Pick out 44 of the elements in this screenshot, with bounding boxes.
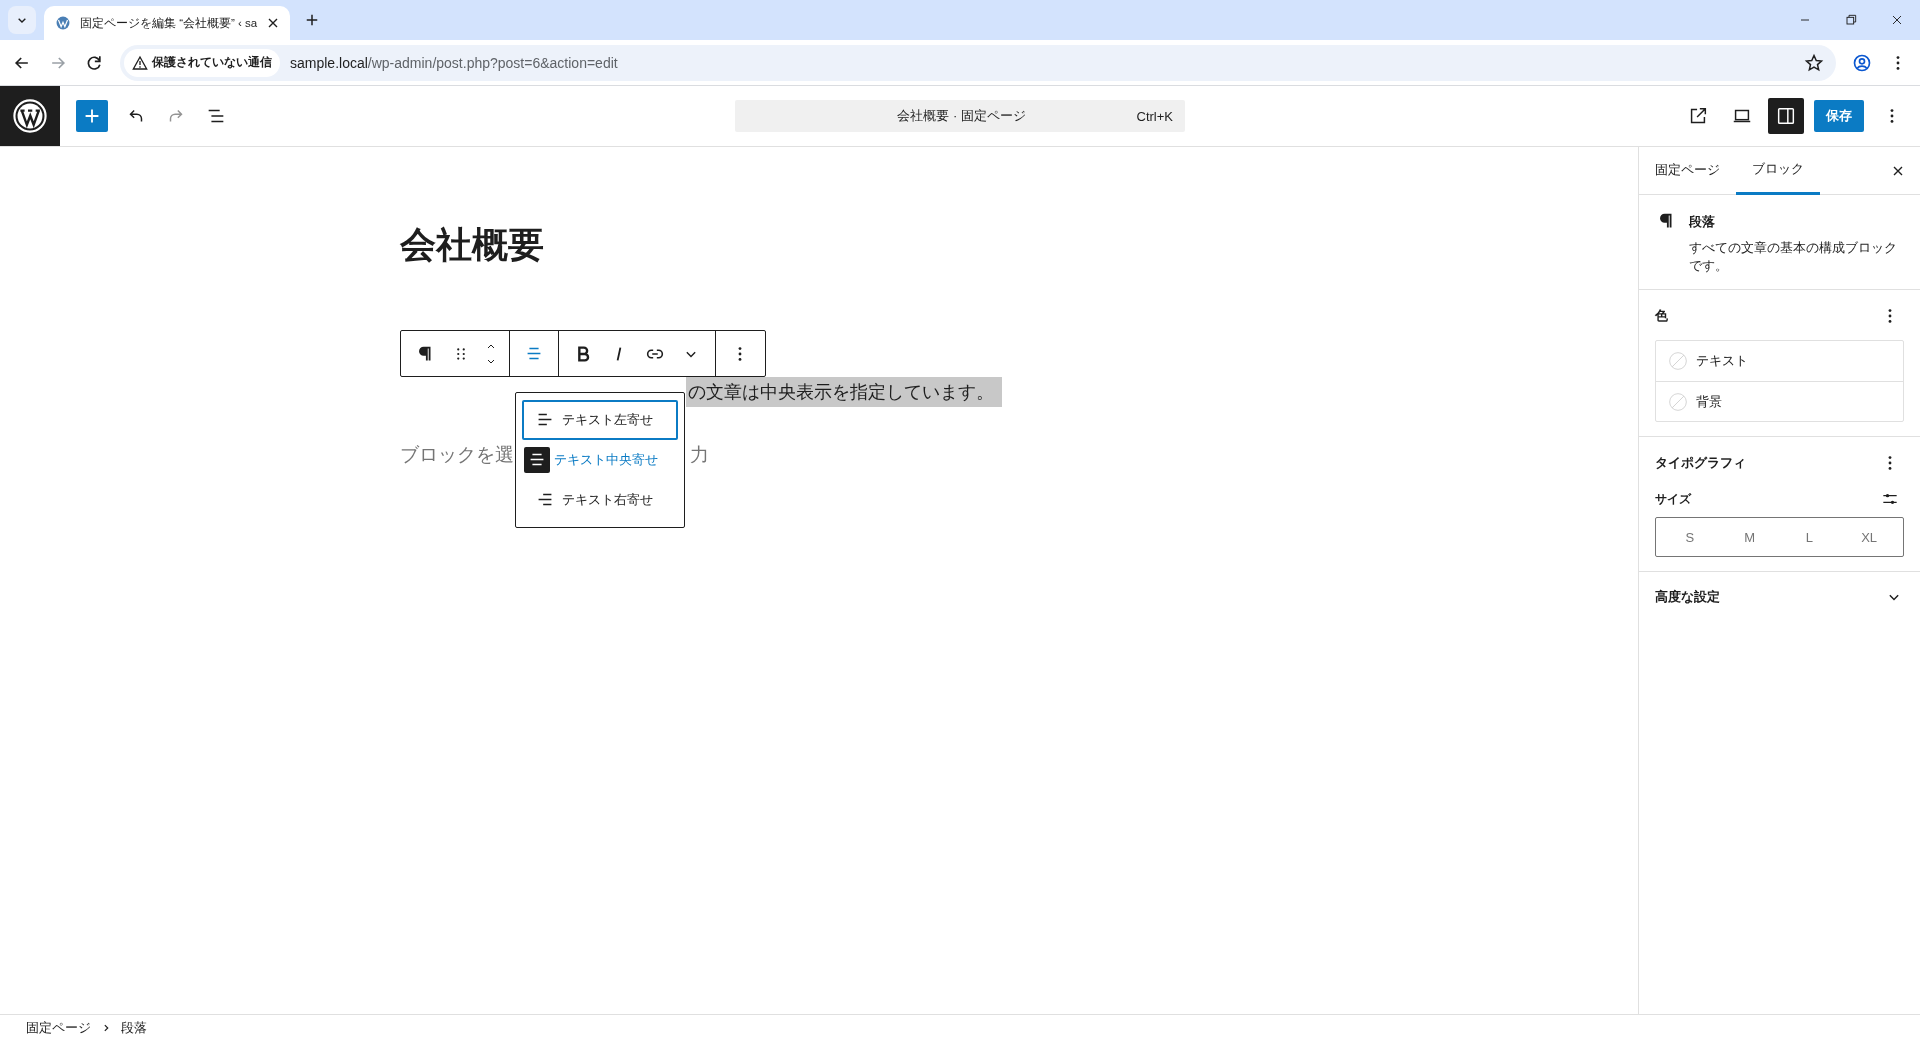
align-lines-icon (524, 447, 550, 473)
alignment-option[interactable]: テキスト右寄せ (522, 480, 678, 520)
size-option[interactable]: S (1660, 522, 1720, 553)
advanced-panel-toggle[interactable]: 高度な設定 (1639, 572, 1920, 623)
color-option[interactable]: テキスト (1656, 341, 1903, 382)
placeholder-text[interactable]: 力 (690, 442, 709, 469)
size-label: サイズ (1655, 490, 1691, 508)
command-bar[interactable]: 会社概要 · 固定ページ Ctrl+K (735, 100, 1185, 132)
color-option[interactable]: 背景 (1656, 381, 1903, 422)
breadcrumb-link[interactable]: 段落 (119, 1018, 149, 1037)
shortcut-hint: Ctrl+K (1136, 108, 1173, 124)
sidebar-tab[interactable]: 固定ページ (1639, 146, 1736, 195)
tab-title: 固定ページを編集 “会社概要” ‹ sa (80, 15, 258, 31)
post-title[interactable]: 会社概要 (400, 223, 544, 267)
sidebar-tab[interactable]: ブロック (1736, 146, 1820, 195)
placeholder-text[interactable]: ブロックを選 (400, 442, 514, 469)
wordpress-logo-icon (54, 14, 72, 32)
panel-title: 色 (1655, 307, 1668, 326)
command-bar-title: 会社概要 · 固定ページ (896, 107, 1028, 125)
save-button[interactable]: 保存 (1814, 100, 1864, 132)
breadcrumb-link[interactable]: 固定ページ (24, 1018, 93, 1037)
alignment-option[interactable]: テキスト左寄せ (522, 400, 678, 440)
color-swatch-icon (1668, 391, 1688, 412)
size-option[interactable]: L (1779, 522, 1840, 553)
security-chip[interactable]: 保護されていない通信 (124, 48, 280, 77)
wordpress-logo-button[interactable] (0, 86, 60, 146)
tab-list-button[interactable] (8, 6, 36, 34)
warning-icon (132, 54, 148, 71)
sidebar-panel-icon (1775, 105, 1797, 127)
alignment-option[interactable]: テキスト中央寄せ (522, 440, 678, 480)
block-description: すべての文章の基本の構成ブロックです。 (1689, 239, 1898, 276)
block-name: 段落 (1689, 213, 1716, 231)
color-swatch-icon (1668, 351, 1688, 372)
bookmark-star-icon[interactable] (1804, 52, 1824, 73)
settings-sidebar-button[interactable] (1768, 98, 1804, 134)
address-bar[interactable]: 保護されていない通信 sample.local/wp-admin/post.php?post=6&action=edit (120, 44, 1836, 81)
browser-tab[interactable]: 固定ページを編集 “会社概要” ‹ sa (44, 6, 290, 40)
paragraph-text[interactable]: の文章は中央表示を指定しています。 (686, 377, 1002, 408)
url-text: sample.local/wp-admin/post.php?post=6&action=edit (290, 54, 618, 71)
size-option[interactable]: XL (1839, 522, 1899, 553)
add-block-button[interactable] (76, 100, 108, 132)
wordpress-logo-icon (13, 99, 47, 133)
panel-title: タイポグラフィ (1655, 454, 1746, 473)
size-option[interactable]: M (1719, 522, 1780, 553)
